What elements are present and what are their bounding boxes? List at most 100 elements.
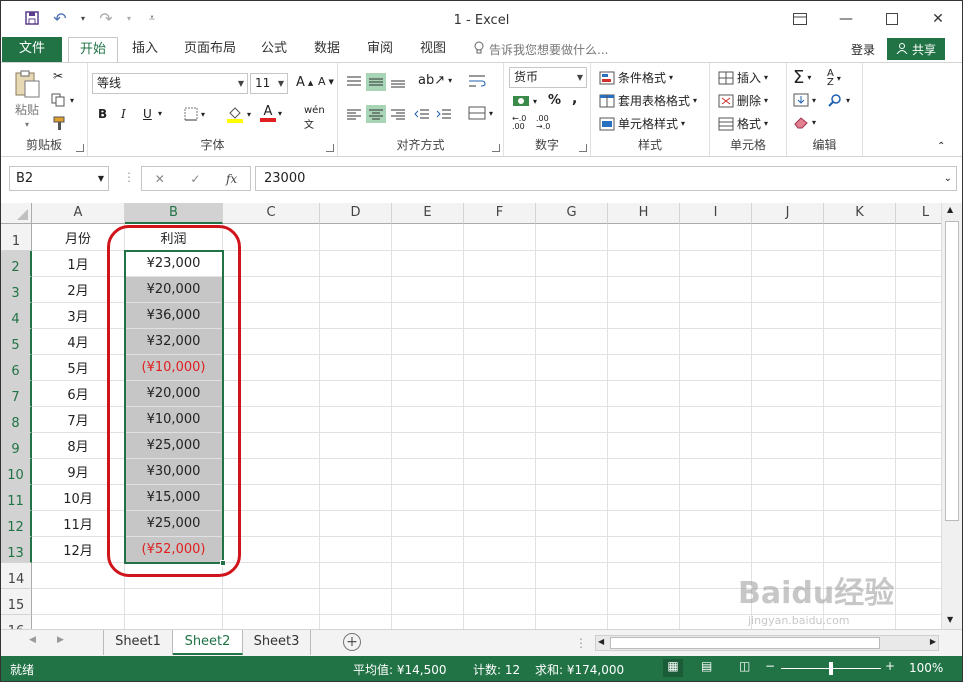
cell-i4[interactable] xyxy=(680,303,752,329)
row-header-15[interactable]: 15 xyxy=(1,589,32,615)
cell-styles-button[interactable]: 单元格样式 ▾ xyxy=(599,115,685,132)
cell-i7[interactable] xyxy=(680,381,752,407)
tab-home[interactable]: 开始 xyxy=(68,37,118,63)
cell-h12[interactable] xyxy=(608,511,680,537)
format-cells-button[interactable]: 格式 ▾ xyxy=(718,115,768,132)
cell-e9[interactable] xyxy=(392,433,464,459)
cell-a7[interactable]: 6月 xyxy=(32,381,125,407)
cell-h7[interactable] xyxy=(608,381,680,407)
cell-i10[interactable] xyxy=(680,459,752,485)
column-header-d[interactable]: D xyxy=(320,203,392,224)
cell-a10[interactable]: 9月 xyxy=(32,459,125,485)
cell-e6[interactable] xyxy=(392,355,464,381)
cell-k1[interactable] xyxy=(824,224,896,251)
cell-e12[interactable] xyxy=(392,511,464,537)
cell-f6[interactable] xyxy=(464,355,536,381)
cell-a3[interactable]: 2月 xyxy=(32,277,125,303)
tab-data[interactable]: 数据 xyxy=(306,37,348,62)
cell-f8[interactable] xyxy=(464,407,536,433)
cell-b12[interactable]: ¥25,000 xyxy=(125,511,223,537)
decrease-indent-icon[interactable] xyxy=(414,107,430,121)
cell-b11[interactable]: ¥15,000 xyxy=(125,485,223,511)
cell-d11[interactable] xyxy=(320,485,392,511)
cell-a16[interactable] xyxy=(32,615,125,629)
delete-cells-button[interactable]: 删除 ▾ xyxy=(718,92,768,109)
align-left-icon[interactable] xyxy=(346,107,362,121)
font-size-select[interactable]: 11 ▼ xyxy=(250,73,288,94)
cell-f15[interactable] xyxy=(464,589,536,615)
page-layout-view-icon[interactable]: ▤ xyxy=(701,659,712,673)
copy-icon[interactable]: ▾ xyxy=(51,93,74,107)
conditional-format-button[interactable]: 条件格式 ▾ xyxy=(599,69,673,86)
cell-d6[interactable] xyxy=(320,355,392,381)
scroll-thumb[interactable] xyxy=(610,637,880,649)
normal-view-icon[interactable]: ▦ xyxy=(663,659,683,677)
cell-h6[interactable] xyxy=(608,355,680,381)
row-header-13[interactable]: 13 xyxy=(1,537,32,563)
cell-k7[interactable] xyxy=(824,381,896,407)
cell-i11[interactable] xyxy=(680,485,752,511)
cell-e4[interactable] xyxy=(392,303,464,329)
paste-button[interactable]: 粘贴 ▾ xyxy=(13,69,41,129)
cell-e10[interactable] xyxy=(392,459,464,485)
cell-f7[interactable] xyxy=(464,381,536,407)
prev-sheet-icon[interactable]: ◀ xyxy=(29,635,36,645)
cell-c9[interactable] xyxy=(223,433,320,459)
cell-c12[interactable] xyxy=(223,511,320,537)
cell-d3[interactable] xyxy=(320,277,392,303)
cell-l2[interactable] xyxy=(896,251,941,277)
cell-l5[interactable] xyxy=(896,329,941,355)
cell-h5[interactable] xyxy=(608,329,680,355)
cell-l1[interactable] xyxy=(896,224,941,251)
cell-b13[interactable]: (¥52,000) xyxy=(125,537,223,563)
column-header-c[interactable]: C xyxy=(223,203,320,224)
cell-k12[interactable] xyxy=(824,511,896,537)
cell-c1[interactable] xyxy=(223,224,320,251)
cell-c15[interactable] xyxy=(223,589,320,615)
cell-f10[interactable] xyxy=(464,459,536,485)
increase-indent-icon[interactable] xyxy=(436,107,452,121)
worksheet-grid[interactable]: ABCDEFGHIJKL12345678910111213141516月份利润1… xyxy=(1,203,941,629)
cell-e2[interactable] xyxy=(392,251,464,277)
cell-e16[interactable] xyxy=(392,615,464,629)
cell-d9[interactable] xyxy=(320,433,392,459)
cell-h1[interactable] xyxy=(608,224,680,251)
cell-l3[interactable] xyxy=(896,277,941,303)
scroll-left-icon[interactable]: ◀ xyxy=(598,637,604,646)
cell-l8[interactable] xyxy=(896,407,941,433)
cell-c3[interactable] xyxy=(223,277,320,303)
align-center-icon[interactable] xyxy=(366,105,386,123)
cell-b3[interactable]: ¥20,000 xyxy=(125,277,223,303)
autosum-icon[interactable]: Σ ▾ xyxy=(793,67,811,88)
cell-a9[interactable]: 8月 xyxy=(32,433,125,459)
cell-e1[interactable] xyxy=(392,224,464,251)
font-color-icon[interactable]: A xyxy=(260,105,276,122)
cell-g11[interactable] xyxy=(536,485,608,511)
cell-k5[interactable] xyxy=(824,329,896,355)
cell-k13[interactable] xyxy=(824,537,896,563)
enter-icon[interactable]: ✓ xyxy=(190,172,200,186)
column-header-k[interactable]: K xyxy=(824,203,896,224)
cell-a1[interactable]: 月份 xyxy=(32,224,125,251)
zoom-in-icon[interactable]: + xyxy=(885,659,895,673)
tab-file[interactable]: 文件 xyxy=(2,37,62,62)
zoom-slider-thumb[interactable] xyxy=(829,662,833,675)
cell-e11[interactable] xyxy=(392,485,464,511)
sheet-tab[interactable]: Sheet1 xyxy=(103,630,173,655)
scroll-thumb[interactable] xyxy=(945,221,959,521)
cell-h13[interactable] xyxy=(608,537,680,563)
minimize-button[interactable]: — xyxy=(823,5,869,33)
vertical-scrollbar[interactable]: ▲ ▼ xyxy=(941,203,962,629)
cut-icon[interactable]: ✂ xyxy=(53,69,63,83)
cell-k6[interactable] xyxy=(824,355,896,381)
cell-a15[interactable] xyxy=(32,589,125,615)
cell-e8[interactable] xyxy=(392,407,464,433)
collapse-ribbon-icon[interactable]: ⌃ xyxy=(937,141,945,152)
cell-g1[interactable] xyxy=(536,224,608,251)
maximize-button[interactable] xyxy=(869,5,915,33)
merge-center-icon[interactable]: ▾ xyxy=(468,105,493,121)
cell-d10[interactable] xyxy=(320,459,392,485)
insert-cells-button[interactable]: 插入 ▾ xyxy=(718,69,768,86)
column-header-f[interactable]: F xyxy=(464,203,536,224)
cell-h8[interactable] xyxy=(608,407,680,433)
